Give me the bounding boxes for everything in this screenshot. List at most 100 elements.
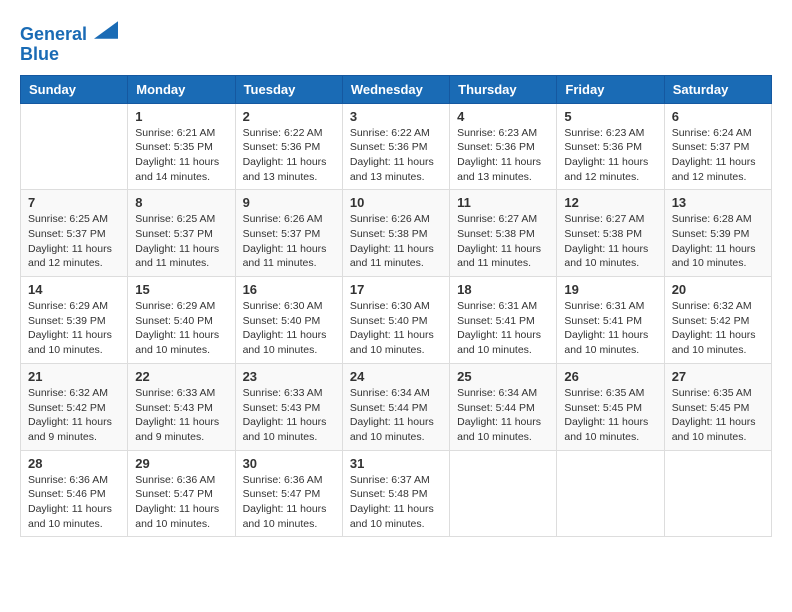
day-info: Sunrise: 6:36 AMSunset: 5:46 PMDaylight:…	[28, 473, 120, 532]
calendar-body: 1 Sunrise: 6:21 AMSunset: 5:35 PMDaylight…	[21, 103, 772, 537]
calendar-cell: 20Sunrise: 6:32 AMSunset: 5:42 PMDayligh…	[664, 277, 771, 364]
day-info: Sunrise: 6:33 AMSunset: 5:43 PMDaylight:…	[243, 386, 335, 445]
day-header-saturday: Saturday	[664, 75, 771, 103]
day-number: 24	[350, 369, 442, 384]
calendar-cell: 21 Sunrise: 6:32 AMSunset: 5:42 PMDayligh…	[21, 363, 128, 450]
calendar-cell: 25 Sunrise: 6:34 AMSunset: 5:44 PMDayligh…	[450, 363, 557, 450]
day-number: 30	[243, 456, 335, 471]
calendar-cell: 13 Sunrise: 6:28 AMSunset: 5:39 PMDayligh…	[664, 190, 771, 277]
day-number: 8	[135, 195, 227, 210]
day-number: 19	[564, 282, 656, 297]
day-number: 16	[243, 282, 335, 297]
day-number: 10	[350, 195, 442, 210]
day-info: Sunrise: 6:30 AMSunset: 5:40 PMDaylight:…	[243, 299, 335, 358]
day-info: Sunrise: 6:21 AMSunset: 5:35 PMDaylight:…	[135, 126, 227, 185]
calendar-cell: 26 Sunrise: 6:35 AMSunset: 5:45 PMDayligh…	[557, 363, 664, 450]
day-number: 12	[564, 195, 656, 210]
day-info: Sunrise: 6:25 AMSunset: 5:37 PMDaylight:…	[135, 212, 227, 271]
day-info: Sunrise: 6:34 AMSunset: 5:44 PMDaylight:…	[350, 386, 442, 445]
day-info: Sunrise: 6:31 AMSunset: 5:41 PMDaylight:…	[457, 299, 549, 358]
logo-general: General	[20, 24, 87, 44]
calendar-cell: 15Sunrise: 6:29 AMSunset: 5:40 PMDayligh…	[128, 277, 235, 364]
day-number: 25	[457, 369, 549, 384]
calendar-cell: 29 Sunrise: 6:36 AMSunset: 5:47 PMDayligh…	[128, 450, 235, 537]
day-info: Sunrise: 6:32 AMSunset: 5:42 PMDaylight:…	[28, 386, 120, 445]
day-header-wednesday: Wednesday	[342, 75, 449, 103]
day-info: Sunrise: 6:30 AMSunset: 5:40 PMDaylight:…	[350, 299, 442, 358]
calendar-cell: 5 Sunrise: 6:23 AMSunset: 5:36 PMDaylight…	[557, 103, 664, 190]
calendar-cell: 18 Sunrise: 6:31 AMSunset: 5:41 PMDayligh…	[450, 277, 557, 364]
calendar-cell: 9Sunrise: 6:26 AMSunset: 5:37 PMDaylight…	[235, 190, 342, 277]
day-number: 17	[350, 282, 442, 297]
day-number: 23	[243, 369, 335, 384]
day-info: Sunrise: 6:23 AMSunset: 5:36 PMDaylight:…	[457, 126, 549, 185]
day-info: Sunrise: 6:32 AMSunset: 5:42 PMDaylight:…	[672, 299, 764, 358]
day-header-monday: Monday	[128, 75, 235, 103]
day-number: 22	[135, 369, 227, 384]
calendar-cell	[557, 450, 664, 537]
logo: General Blue	[20, 20, 118, 65]
day-info: Sunrise: 6:25 AMSunset: 5:37 PMDaylight:…	[28, 212, 120, 271]
day-number: 18	[457, 282, 549, 297]
day-number: 14	[28, 282, 120, 297]
day-number: 31	[350, 456, 442, 471]
day-info: Sunrise: 6:35 AMSunset: 5:45 PMDaylight:…	[672, 386, 764, 445]
day-number: 2	[243, 109, 335, 124]
day-number: 13	[672, 195, 764, 210]
day-header-thursday: Thursday	[450, 75, 557, 103]
day-info: Sunrise: 6:37 AMSunset: 5:48 PMDaylight:…	[350, 473, 442, 532]
day-info: Sunrise: 6:23 AMSunset: 5:36 PMDaylight:…	[564, 126, 656, 185]
calendar-cell: 11 Sunrise: 6:27 AMSunset: 5:38 PMDayligh…	[450, 190, 557, 277]
day-number: 26	[564, 369, 656, 384]
calendar-header-row: SundayMondayTuesdayWednesdayThursdayFrid…	[21, 75, 772, 103]
logo-blue: Blue	[20, 44, 59, 64]
calendar-cell: 3Sunrise: 6:22 AMSunset: 5:36 PMDaylight…	[342, 103, 449, 190]
calendar-table: SundayMondayTuesdayWednesdayThursdayFrid…	[20, 75, 772, 538]
calendar-cell: 8 Sunrise: 6:25 AMSunset: 5:37 PMDaylight…	[128, 190, 235, 277]
day-number: 15	[135, 282, 227, 297]
calendar-cell: 23 Sunrise: 6:33 AMSunset: 5:43 PMDayligh…	[235, 363, 342, 450]
day-number: 11	[457, 195, 549, 210]
calendar-week-3: 21 Sunrise: 6:32 AMSunset: 5:42 PMDayligh…	[21, 363, 772, 450]
day-header-sunday: Sunday	[21, 75, 128, 103]
day-number: 1	[135, 109, 227, 124]
page-header: General Blue	[20, 20, 772, 65]
day-number: 27	[672, 369, 764, 384]
calendar-cell: 12 Sunrise: 6:27 AMSunset: 5:38 PMDayligh…	[557, 190, 664, 277]
day-number: 7	[28, 195, 120, 210]
calendar-cell: 14 Sunrise: 6:29 AMSunset: 5:39 PMDayligh…	[21, 277, 128, 364]
day-number: 9	[243, 195, 335, 210]
calendar-cell: 6Sunrise: 6:24 AMSunset: 5:37 PMDaylight…	[664, 103, 771, 190]
day-info: Sunrise: 6:35 AMSunset: 5:45 PMDaylight:…	[564, 386, 656, 445]
day-info: Sunrise: 6:34 AMSunset: 5:44 PMDaylight:…	[457, 386, 549, 445]
calendar-cell: 4Sunrise: 6:23 AMSunset: 5:36 PMDaylight…	[450, 103, 557, 190]
day-number: 21	[28, 369, 120, 384]
calendar-week-1: 7 Sunrise: 6:25 AMSunset: 5:37 PMDaylight…	[21, 190, 772, 277]
calendar-week-4: 28 Sunrise: 6:36 AMSunset: 5:46 PMDayligh…	[21, 450, 772, 537]
day-number: 28	[28, 456, 120, 471]
calendar-cell: 7 Sunrise: 6:25 AMSunset: 5:37 PMDaylight…	[21, 190, 128, 277]
day-info: Sunrise: 6:28 AMSunset: 5:39 PMDaylight:…	[672, 212, 764, 271]
day-info: Sunrise: 6:27 AMSunset: 5:38 PMDaylight:…	[457, 212, 549, 271]
calendar-cell: 24 Sunrise: 6:34 AMSunset: 5:44 PMDayligh…	[342, 363, 449, 450]
calendar-cell: 17 Sunrise: 6:30 AMSunset: 5:40 PMDayligh…	[342, 277, 449, 364]
day-info: Sunrise: 6:26 AMSunset: 5:38 PMDaylight:…	[350, 212, 442, 271]
day-number: 3	[350, 109, 442, 124]
calendar-cell	[450, 450, 557, 537]
calendar-cell	[21, 103, 128, 190]
calendar-cell: 27 Sunrise: 6:35 AMSunset: 5:45 PMDayligh…	[664, 363, 771, 450]
day-header-tuesday: Tuesday	[235, 75, 342, 103]
calendar-cell: 30Sunrise: 6:36 AMSunset: 5:47 PMDayligh…	[235, 450, 342, 537]
day-info: Sunrise: 6:24 AMSunset: 5:37 PMDaylight:…	[672, 126, 764, 185]
logo-icon	[94, 20, 118, 40]
day-info: Sunrise: 6:33 AMSunset: 5:43 PMDaylight:…	[135, 386, 227, 445]
day-info: Sunrise: 6:31 AMSunset: 5:41 PMDaylight:…	[564, 299, 656, 358]
day-header-friday: Friday	[557, 75, 664, 103]
day-number: 29	[135, 456, 227, 471]
day-info: Sunrise: 6:29 AMSunset: 5:39 PMDaylight:…	[28, 299, 120, 358]
day-info: Sunrise: 6:22 AMSunset: 5:36 PMDaylight:…	[243, 126, 335, 185]
day-info: Sunrise: 6:36 AMSunset: 5:47 PMDaylight:…	[135, 473, 227, 532]
day-info: Sunrise: 6:27 AMSunset: 5:38 PMDaylight:…	[564, 212, 656, 271]
day-number: 5	[564, 109, 656, 124]
calendar-cell: 16 Sunrise: 6:30 AMSunset: 5:40 PMDayligh…	[235, 277, 342, 364]
